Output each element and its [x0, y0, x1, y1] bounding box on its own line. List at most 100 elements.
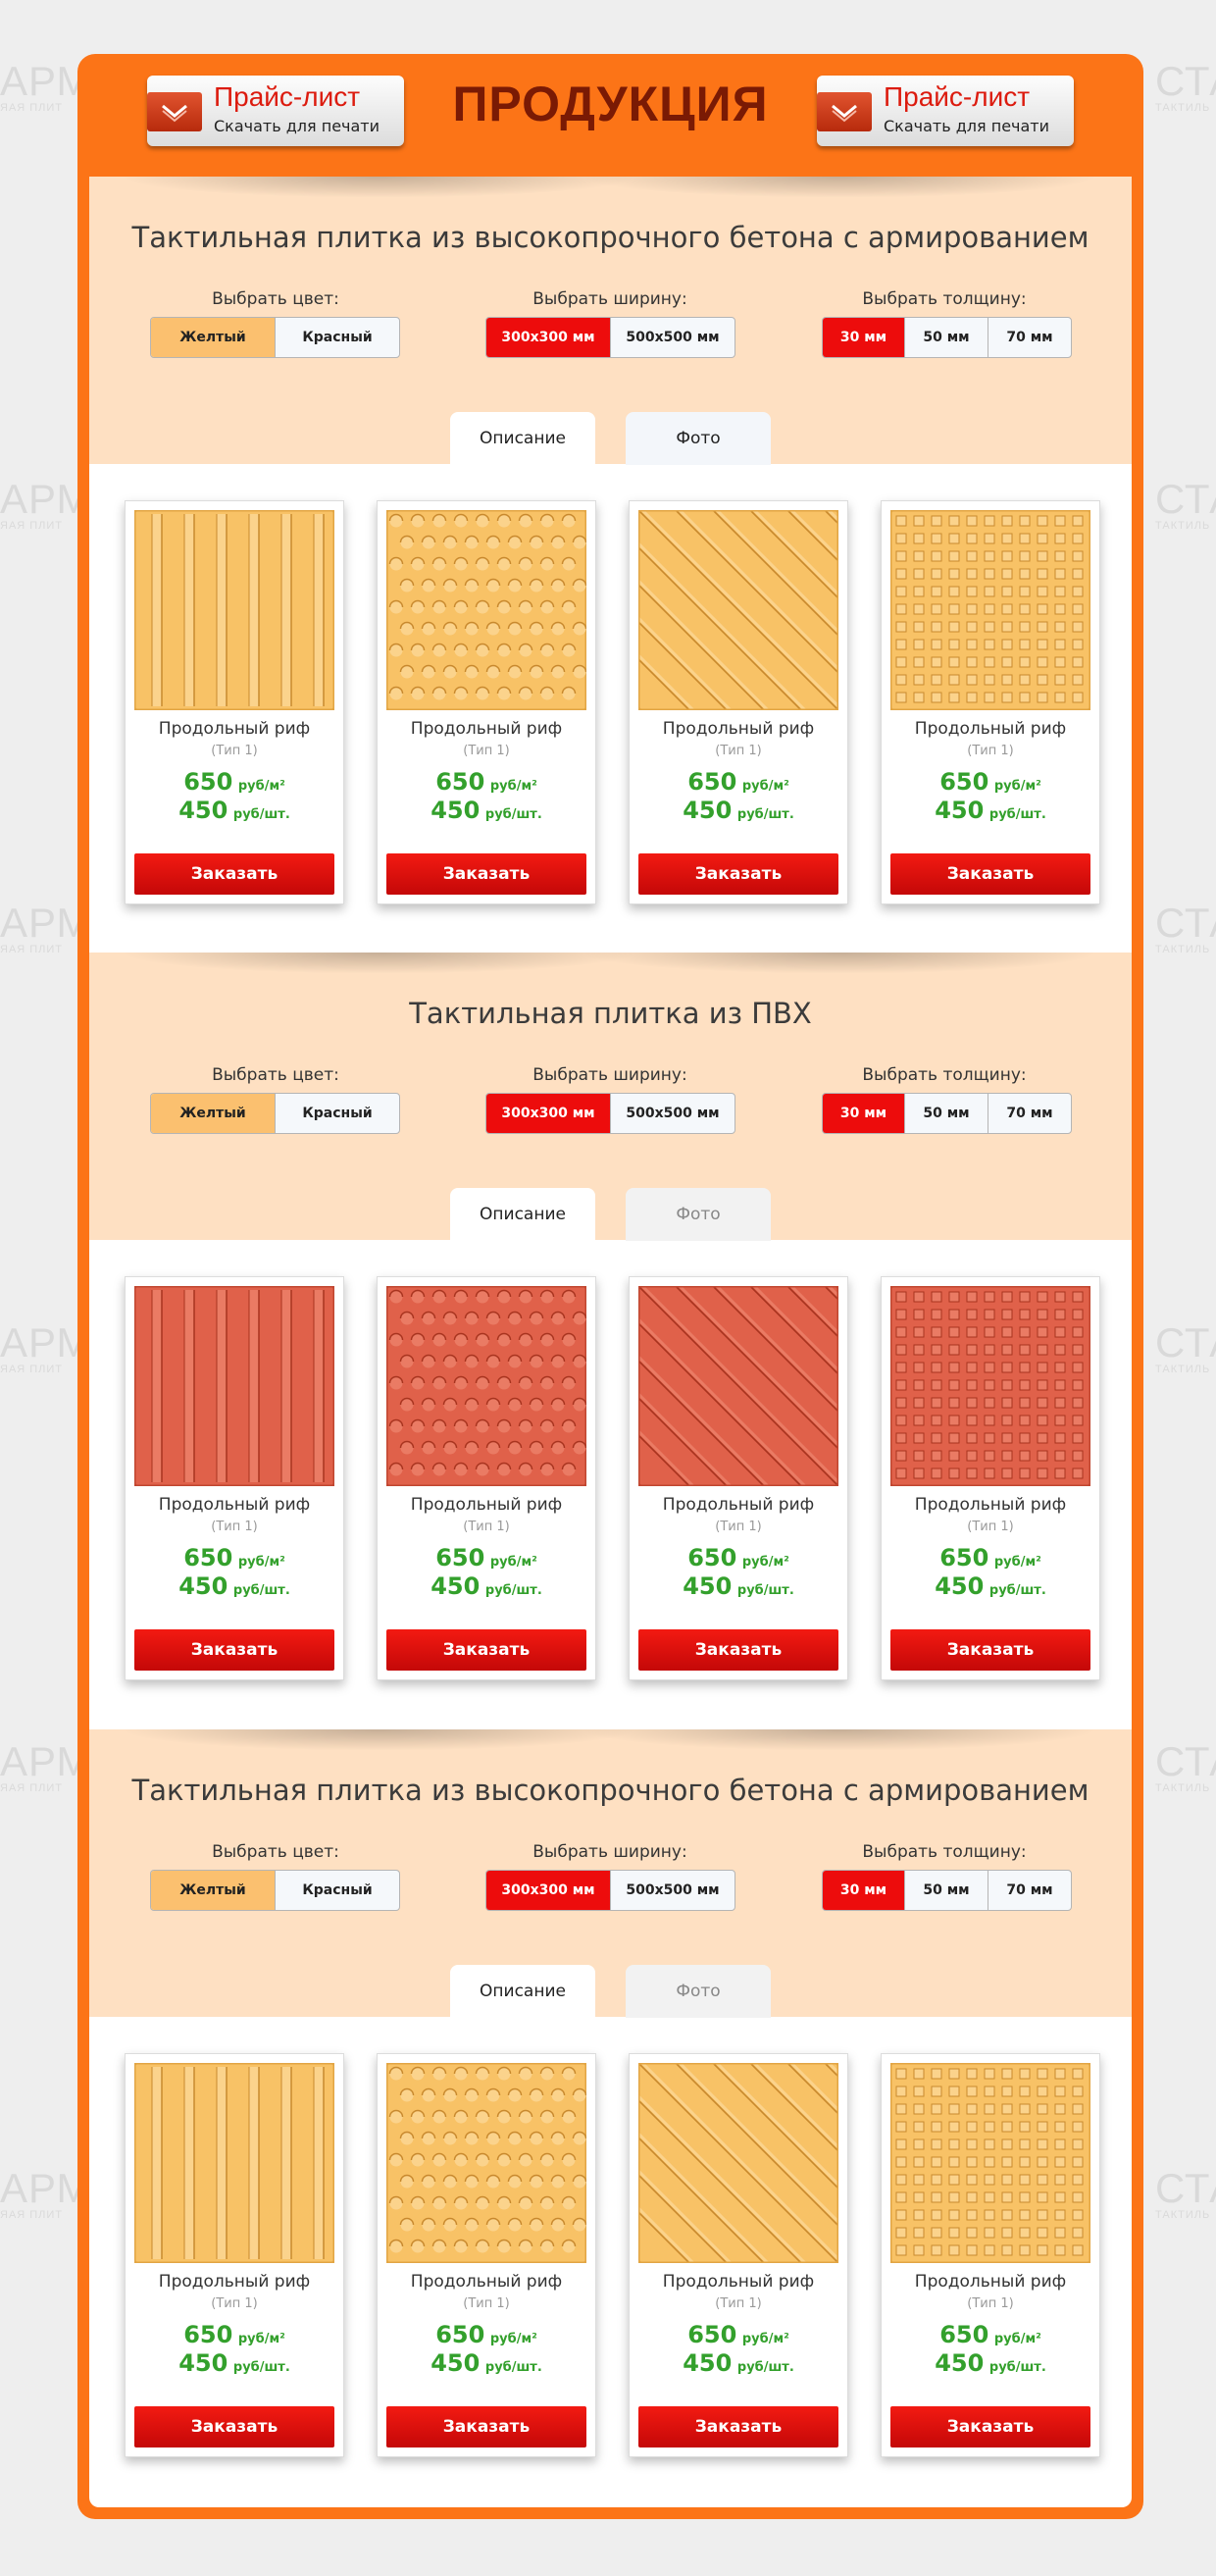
option-width-0[interactable]: 300х300 мм	[486, 318, 611, 357]
select-width-group: 300х300 мм 500х500 мм	[485, 317, 735, 358]
order-button[interactable]: Заказать	[386, 1629, 586, 1671]
product-name: Продольный риф	[410, 719, 563, 739]
watermark-right: СТАТАКТИЛЬ	[1155, 900, 1216, 956]
order-button[interactable]: Заказать	[638, 853, 838, 895]
product-name: Продольный риф	[410, 2272, 563, 2292]
tab-description[interactable]: Описание	[450, 1188, 595, 1241]
price-per-m2: 650 руб/м²	[630, 768, 847, 796]
order-button[interactable]: Заказать	[638, 2406, 838, 2447]
price-m2-value: 650	[687, 2321, 737, 2348]
option-width-1[interactable]: 500х500 мм	[611, 1094, 735, 1133]
product-name: Продольный риф	[158, 719, 311, 739]
price-m2-unit: руб/м²	[741, 1555, 789, 1570]
order-button[interactable]: Заказать	[134, 2406, 334, 2447]
option-color-0[interactable]: Желтый	[151, 318, 276, 357]
select-color-label: Выбрать цвет:	[212, 289, 339, 309]
price-piece-value: 450	[178, 1572, 228, 1600]
option-thickness-2[interactable]: 70 мм	[988, 318, 1071, 357]
download-envelope-icon	[817, 92, 872, 131]
products-container: Тактильная плитка из высокопрочного бето…	[89, 177, 1132, 2507]
tab-photo[interactable]: Фото	[626, 1188, 771, 1241]
watermark-right: СТАТАКТИЛЬ	[1155, 58, 1216, 115]
select-color-label: Выбрать цвет:	[212, 1065, 339, 1085]
select-thickness-group: 30 мм 50 мм 70 мм	[822, 1870, 1072, 1911]
price-piece-unit: руб/шт.	[736, 807, 794, 822]
price-per-piece: 450 руб/шт.	[882, 1572, 1099, 1600]
order-button[interactable]: Заказать	[386, 853, 586, 895]
tab-photo[interactable]: Фото	[626, 412, 771, 465]
option-width-0[interactable]: 300х300 мм	[486, 1094, 611, 1133]
option-thickness-1[interactable]: 50 мм	[905, 318, 988, 357]
price-m2-unit: руб/м²	[489, 2332, 537, 2346]
order-button[interactable]: Заказать	[890, 2406, 1090, 2447]
tactile-tile-image	[384, 1284, 588, 1488]
select-color-group: Желтый Красный	[150, 1870, 400, 1911]
option-color-0[interactable]: Желтый	[151, 1094, 276, 1133]
option-width-1[interactable]: 500х500 мм	[611, 318, 735, 357]
option-thickness-2[interactable]: 70 мм	[988, 1871, 1071, 1910]
price-piece-unit: руб/шт.	[232, 2360, 290, 2375]
price-per-piece: 450 руб/шт.	[126, 1572, 343, 1600]
price-per-m2: 650 руб/м²	[882, 1544, 1099, 1571]
price-m2-value: 650	[435, 768, 485, 796]
tactile-tile-image	[888, 1284, 1092, 1488]
select-width-label: Выбрать ширину:	[532, 289, 687, 309]
product-card: Продольный риф (Тип 1) 650 руб/м² 450 руб/ш…	[488, 1276, 1132, 1680]
product-name: Продольный риф	[914, 719, 1067, 739]
price-piece-unit: руб/шт.	[484, 807, 542, 822]
product-name: Продольный риф	[158, 2272, 311, 2292]
price-piece-value: 450	[431, 1572, 481, 1600]
product-type: (Тип 1)	[967, 2296, 1014, 2311]
price-piece-unit: руб/шт.	[232, 1583, 290, 1598]
product-name: Продольный риф	[410, 1495, 563, 1515]
tab-photo[interactable]: Фото	[626, 1965, 771, 2018]
price-m2-unit: руб/м²	[489, 1555, 537, 1570]
order-button[interactable]: Заказать	[134, 853, 334, 895]
watermark-right: СТАТАКТИЛЬ	[1155, 2165, 1216, 2222]
section-title: Тактильная плитка из ПВХ	[409, 997, 812, 1030]
order-button[interactable]: Заказать	[890, 1629, 1090, 1671]
product-card: Продольный риф (Тип 1) 650 руб/м² 450 руб/ш…	[881, 1276, 1100, 1680]
option-thickness-0[interactable]: 30 мм	[823, 318, 905, 357]
order-button[interactable]: Заказать	[638, 1629, 838, 1671]
watermark-right: СТАТАКТИЛЬ	[1155, 1738, 1216, 1795]
price-per-m2: 650 руб/м²	[630, 1544, 847, 1571]
option-thickness-0[interactable]: 30 мм	[823, 1094, 905, 1133]
order-button[interactable]: Заказать	[386, 2406, 586, 2447]
option-thickness-1[interactable]: 50 мм	[905, 1094, 988, 1133]
tactile-tile-image	[384, 2061, 588, 2265]
option-thickness-1[interactable]: 50 мм	[905, 1871, 988, 1910]
price-list-button-right[interactable]: Прайс-лист Скачать для печати	[817, 76, 1074, 146]
option-color-1[interactable]: Красный	[276, 318, 399, 357]
products-frame: Прайс-лист Скачать для печати ПРОДУКЦИЯ …	[77, 54, 1143, 2519]
option-thickness-0[interactable]: 30 мм	[823, 1871, 905, 1910]
option-color-1[interactable]: Красный	[276, 1871, 399, 1910]
product-name: Продольный риф	[662, 719, 815, 739]
price-piece-value: 450	[178, 797, 228, 824]
option-thickness-2[interactable]: 70 мм	[988, 1094, 1071, 1133]
tab-description[interactable]: Описание	[450, 1965, 595, 2018]
price-piece-value: 450	[431, 797, 481, 824]
price-m2-value: 650	[435, 2321, 485, 2348]
price-per-piece: 450 руб/шт.	[126, 797, 343, 824]
option-width-0[interactable]: 300х300 мм	[486, 1871, 611, 1910]
order-button[interactable]: Заказать	[890, 853, 1090, 895]
option-width-1[interactable]: 500х500 мм	[611, 1871, 735, 1910]
price-piece-unit: руб/шт.	[484, 2360, 542, 2375]
price-piece-unit: руб/шт.	[232, 807, 290, 822]
product-card: Продольный риф (Тип 1) 650 руб/м² 450 руб/ш…	[377, 1276, 596, 1680]
option-color-0[interactable]: Желтый	[151, 1871, 276, 1910]
price-list-title: Прайс-лист	[884, 81, 1031, 112]
product-type: (Тип 1)	[211, 1520, 258, 1534]
product-type: (Тип 1)	[463, 1520, 510, 1534]
option-color-1[interactable]: Красный	[276, 1094, 399, 1133]
order-button[interactable]: Заказать	[134, 1629, 334, 1671]
product-card: Продольный риф (Тип 1) 650 руб/м² 450 руб/ш…	[125, 500, 344, 904]
tactile-tile-image	[384, 508, 588, 712]
watermark-right: СТАТАКТИЛЬ	[1155, 476, 1216, 533]
product-type: (Тип 1)	[211, 2296, 258, 2311]
price-per-m2: 650 руб/м²	[378, 768, 595, 796]
tab-description[interactable]: Описание	[450, 412, 595, 465]
price-m2-unit: руб/м²	[237, 1555, 285, 1570]
price-m2-value: 650	[183, 768, 233, 796]
